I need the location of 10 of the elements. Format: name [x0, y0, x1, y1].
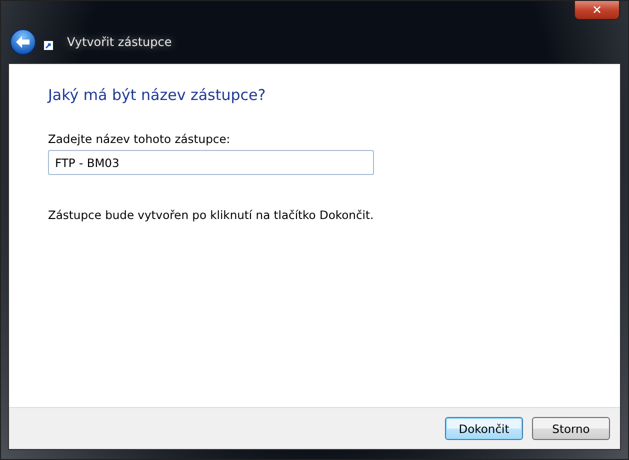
back-icon[interactable]	[10, 29, 36, 55]
close-button[interactable]: ✕	[574, 1, 620, 20]
wizard-heading: Jaký má být název zástupce?	[48, 86, 267, 104]
cancel-button[interactable]: Storno	[532, 417, 610, 440]
window-title: Vytvořit zástupce	[67, 35, 172, 49]
info-text: Zástupce bude vytvořen po kliknutí na tlačítko Dokončit.	[48, 208, 375, 222]
finish-button[interactable]: Dokončit	[445, 417, 523, 440]
shortcut-icon	[44, 40, 53, 50]
name-field[interactable]: FTP - BM03	[48, 150, 374, 175]
field-label: Zadejte název tohoto zástupce:	[48, 132, 232, 146]
